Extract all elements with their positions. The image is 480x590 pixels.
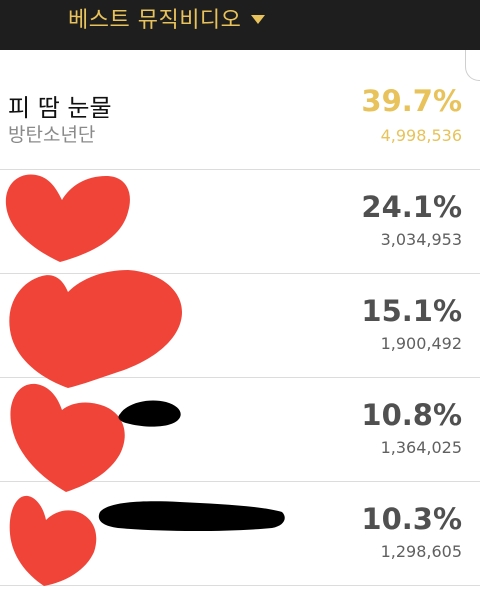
list-item[interactable]: 24.1% 3,034,953 <box>0 170 480 274</box>
artist-name: 방탄소년단 <box>8 124 96 146</box>
app-header: 베스트 뮤직비디오 <box>0 0 480 50</box>
list-item[interactable]: 10.3% 1,298,605 <box>0 482 480 586</box>
caret-down-icon <box>251 14 266 24</box>
list-item[interactable]: 15.1% 1,900,492 <box>0 274 480 378</box>
vote-count: 4,998,536 <box>380 126 462 145</box>
vote-count: 1,298,605 <box>380 542 462 561</box>
vote-count: 1,364,025 <box>380 438 462 457</box>
category-dropdown-label: 베스트 뮤직비디오 <box>68 8 242 33</box>
song-title: 피 땀 눈물 <box>8 94 112 122</box>
category-dropdown[interactable]: 베스트 뮤직비디오 <box>68 4 266 33</box>
list-item[interactable]: 10.8% 1,364,025 <box>0 378 480 482</box>
screen: 베스트 뮤직비디오 피 땀 눈물 방탄소년단 39.7% 4,998,536 2… <box>0 0 480 590</box>
vote-percent: 15.1% <box>361 294 462 328</box>
vote-count: 1,900,492 <box>380 334 462 353</box>
vote-percent: 39.7% <box>361 84 462 118</box>
vote-count: 3,034,953 <box>380 230 462 249</box>
vote-percent: 10.8% <box>361 398 462 432</box>
list-item[interactable]: 피 땀 눈물 방탄소년단 39.7% 4,998,536 <box>0 50 480 170</box>
ranking-list: 피 땀 눈물 방탄소년단 39.7% 4,998,536 24.1% 3,034… <box>0 50 480 586</box>
vote-percent: 10.3% <box>361 502 462 536</box>
vote-percent: 24.1% <box>361 190 462 224</box>
